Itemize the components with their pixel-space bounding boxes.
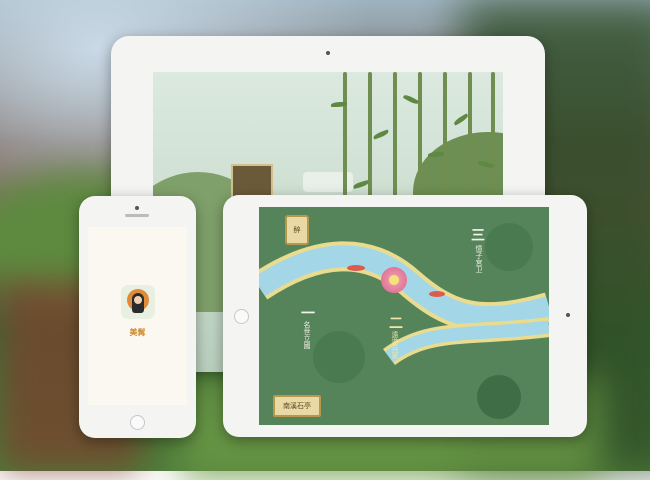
app-icon[interactable]: [121, 285, 155, 319]
level-badge[interactable]: 醉: [285, 215, 309, 245]
fish-icon: [347, 265, 365, 271]
camera-icon: [566, 313, 570, 317]
stage2-label[interactable]: 遠遊兵家: [391, 331, 399, 359]
stage1-number[interactable]: 一: [301, 303, 315, 323]
lotus-icon: [381, 267, 407, 293]
iphone-screen: 美髯: [88, 227, 187, 405]
stage2-number[interactable]: 二: [389, 313, 403, 333]
ipad-mini-device: 醉 一 名世立國 二 遠遊兵家 三 憶子宮卫 南溪石亭: [223, 195, 587, 437]
home-button[interactable]: [234, 309, 249, 324]
camera-icon: [135, 206, 139, 210]
stage3-number[interactable]: 三: [471, 225, 485, 245]
fish-icon: [429, 291, 445, 297]
speaker-grille: [125, 214, 149, 217]
home-button[interactable]: [130, 415, 145, 430]
signboard[interactable]: 南溪石亭: [273, 395, 321, 417]
iphone-device: 美髯: [79, 196, 196, 438]
camera-icon: [326, 51, 330, 55]
ipad-mini-screen: 醉 一 名世立國 二 遠遊兵家 三 憶子宮卫 南溪石亭: [259, 207, 549, 425]
app-name: 美髯: [129, 328, 146, 337]
stage1-label[interactable]: 名世立國: [303, 321, 311, 349]
stage3-label[interactable]: 憶子宮卫: [475, 245, 483, 273]
